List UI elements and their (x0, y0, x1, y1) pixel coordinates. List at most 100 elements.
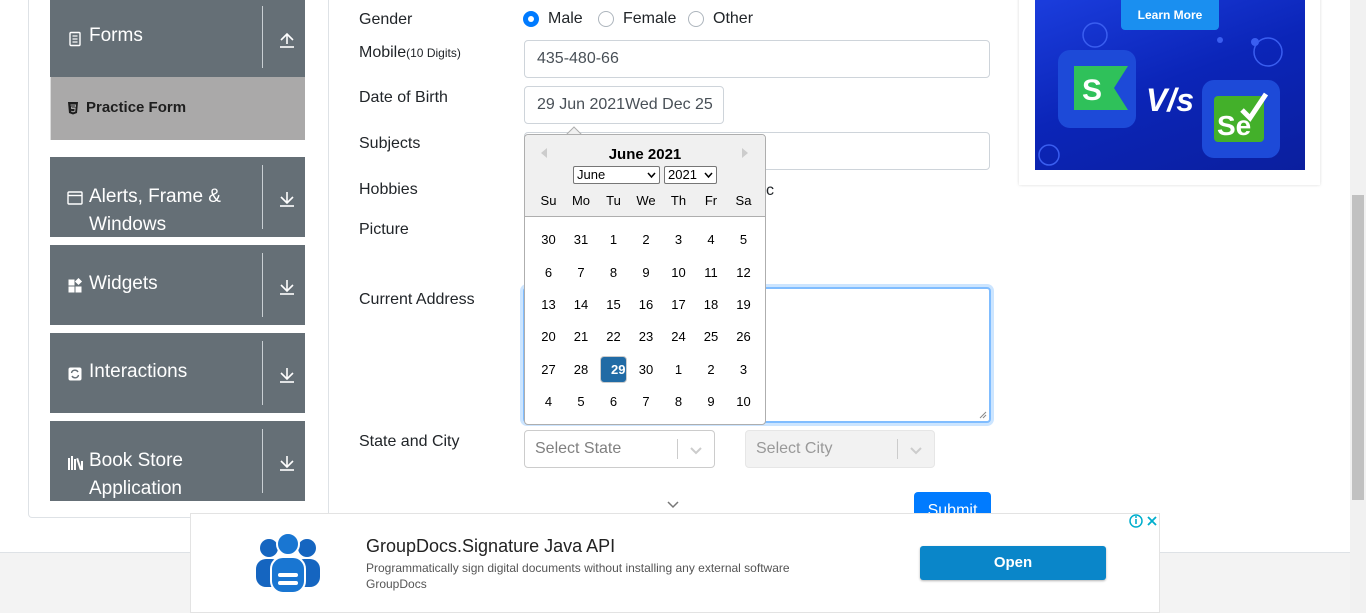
dob-label: Date of Birth (359, 89, 448, 106)
calendar-day[interactable]: 10 (665, 259, 692, 286)
scrollbar-thumb[interactable] (1352, 195, 1364, 500)
weekday-label: We (636, 193, 656, 208)
calendar-day[interactable]: 30 (535, 226, 562, 253)
ad-choices-icon[interactable] (1128, 513, 1160, 529)
hobbies-label: Hobbies (359, 181, 418, 198)
calendar-day[interactable]: 18 (698, 291, 725, 318)
datepicker-month-title: June 2021 (608, 146, 682, 163)
calendar-day[interactable]: 6 (535, 259, 562, 286)
sidebar-item-practice-form[interactable]: Practice Form (50, 77, 305, 140)
calendar-day[interactable]: 19 (730, 291, 757, 318)
calendar-day[interactable]: 3 (730, 356, 757, 383)
calendar-day[interactable]: 9 (698, 388, 725, 415)
calendar-day[interactable]: 1 (665, 356, 692, 383)
html5-icon (68, 102, 78, 115)
expand-arrow-icon[interactable] (279, 278, 295, 296)
group-widgets-label: Widgets (89, 273, 158, 294)
calendar-day[interactable]: 10 (730, 388, 757, 415)
group-forms[interactable]: Forms (50, 0, 305, 77)
selenium-icon: Se (1214, 92, 1269, 142)
calendar-day[interactable]: 20 (535, 323, 562, 350)
mobile-hint: (10 Digits) (406, 46, 461, 60)
collapse-arrow-icon[interactable] (279, 31, 295, 49)
calendar-day[interactable]: 8 (600, 259, 627, 286)
calendar-day[interactable]: 31 (568, 226, 595, 253)
radio-label: Female (623, 10, 677, 27)
group-alerts-label: Alerts, Frame & Windows (89, 186, 221, 235)
expand-arrow-icon[interactable] (279, 454, 295, 472)
calendar-day[interactable]: 15 (600, 291, 627, 318)
dob-input[interactable]: 29 Jun 2021Wed Dec 25 (524, 86, 724, 124)
calendar-day[interactable]: 8 (665, 388, 692, 415)
ad-banner-bottom[interactable]: GroupDocs.Signature Java API Programmati… (190, 513, 1160, 613)
next-month-icon[interactable] (738, 146, 752, 160)
calendar-day[interactable]: 1 (600, 226, 627, 253)
calendar-day[interactable]: 11 (698, 259, 725, 286)
calendar-day[interactable]: 7 (633, 388, 660, 415)
calendar-day[interactable]: 9 (633, 259, 660, 286)
group-widgets[interactable]: Widgets (50, 245, 305, 325)
learn-more-button[interactable]: Learn More (1121, 0, 1219, 30)
sidebar-item-label: Practice Form (86, 99, 187, 116)
hobby-option-partial[interactable]: c (766, 182, 774, 200)
calendar-day[interactable]: 16 (633, 291, 660, 318)
chevron-down-icon[interactable] (666, 498, 680, 512)
calendar-day[interactable]: 2 (698, 356, 725, 383)
year-select-value: 2021 (668, 167, 697, 182)
calendar-day[interactable]: 14 (568, 291, 595, 318)
city-select[interactable]: Select City (745, 430, 935, 468)
picture-label: Picture (359, 221, 409, 238)
calendar-day[interactable]: 12 (730, 259, 757, 286)
calendar-day[interactable]: 24 (665, 323, 692, 350)
month-select[interactable]: June (573, 166, 660, 184)
state-city-label: State and City (359, 433, 460, 450)
calendar-day[interactable]: 5 (568, 388, 595, 415)
selected-day[interactable]: 29 (600, 355, 627, 383)
calendar-day[interactable]: 13 (535, 291, 562, 318)
group-bookstore-label: Book Store Application (89, 450, 183, 499)
group-alerts-frame-windows[interactable]: Alerts, Frame & Windows (50, 157, 305, 237)
group-interactions[interactable]: Interactions (50, 333, 305, 413)
state-select[interactable]: Select State (524, 430, 715, 468)
calendar-day[interactable]: 26 (730, 323, 757, 350)
expand-arrow-icon[interactable] (279, 190, 295, 208)
calendar-day[interactable]: 21 (568, 323, 595, 350)
radio-icon (688, 11, 704, 27)
calendar-day[interactable]: 4 (535, 388, 562, 415)
gender-other-radio[interactable]: Other (688, 10, 753, 28)
radio-label: Male (548, 10, 583, 27)
mobile-input[interactable]: 435-480-66 (524, 40, 990, 78)
calendar-day[interactable]: 2 (633, 226, 660, 253)
calendar-day[interactable]: 25 (698, 323, 725, 350)
calendar-day[interactable]: 7 (568, 259, 595, 286)
weekday-label: Sa (735, 193, 752, 208)
divider (262, 429, 263, 493)
calendar-day[interactable]: 6 (600, 388, 627, 415)
gender-male-radio[interactable]: Male (523, 10, 583, 28)
year-select[interactable]: 2021 (664, 166, 717, 184)
calendar-day[interactable]: 30 (633, 356, 660, 383)
chevron-down-icon (690, 447, 702, 455)
calendar-day[interactable]: 17 (665, 291, 692, 318)
ad-brand: GroupDocs (366, 577, 427, 591)
calendar-day[interactable]: 27 (535, 356, 562, 383)
calendar-day[interactable]: 3 (665, 226, 692, 253)
calendar-day[interactable]: 28 (568, 356, 595, 383)
open-button[interactable]: Open (920, 546, 1106, 580)
weekday-label: Tu (606, 193, 621, 208)
divider (897, 439, 898, 459)
bookstore-icon (68, 456, 83, 471)
month-select-value: June (577, 167, 606, 182)
calendar-day[interactable]: 23 (633, 323, 660, 350)
ad-description: Programmatically sign digital documents … (366, 561, 790, 575)
chevron-down-icon (704, 172, 713, 179)
calendar-day[interactable]: 22 (600, 323, 627, 350)
calendar-day[interactable]: 5 (730, 226, 757, 253)
calendar-day[interactable]: 4 (698, 226, 725, 253)
radio-label: Other (713, 10, 754, 27)
chevron-down-icon (910, 447, 922, 455)
group-book-store[interactable]: Book Store Application (50, 421, 305, 501)
gender-female-radio[interactable]: Female (598, 10, 676, 28)
resize-grip-icon[interactable] (979, 411, 987, 419)
expand-arrow-icon[interactable] (279, 366, 295, 384)
